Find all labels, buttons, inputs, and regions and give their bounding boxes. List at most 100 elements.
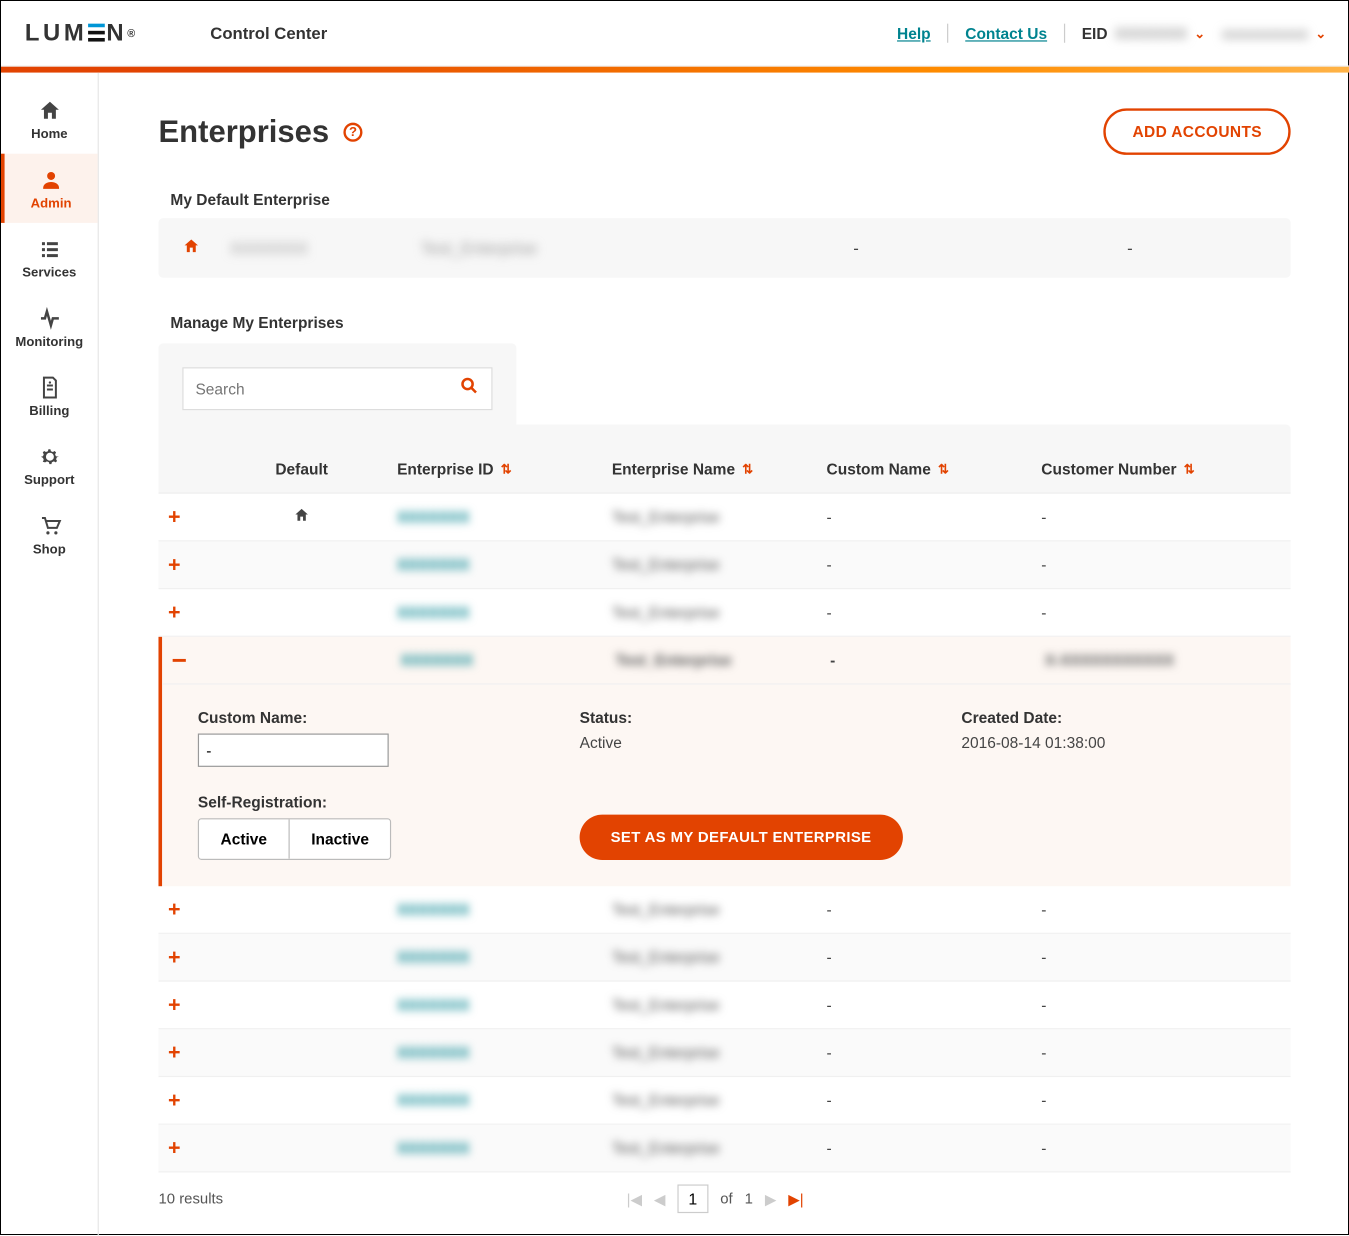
cell-enterprise-id[interactable]: XXXXXXX (401, 651, 616, 669)
col-custom-name[interactable]: Custom Name⇅ (827, 460, 1042, 478)
cell-enterprise-name: Test_Enterprise (612, 508, 827, 526)
cell-custom-name: - (827, 508, 1042, 526)
row-detail-panel: Custom Name: Self-Registration: Active I… (162, 685, 1291, 887)
set-default-button[interactable]: SET AS MY DEFAULT ENTERPRISE (580, 815, 903, 860)
status-value: Active (580, 734, 938, 752)
cell-enterprise-id[interactable]: XXXXXXX (397, 948, 612, 966)
expand-icon[interactable]: + (158, 552, 206, 577)
sort-icon: ⇅ (742, 461, 753, 477)
search-box[interactable] (182, 367, 492, 410)
sidebar-item-home[interactable]: Home (1, 85, 98, 154)
sidebar-item-label: Monitoring (15, 335, 83, 349)
sort-icon: ⇅ (938, 461, 949, 477)
selfreg-inactive-button[interactable]: Inactive (289, 819, 391, 858)
cell-custom-name: - (827, 948, 1042, 966)
sidebar-item-admin[interactable]: Admin (1, 154, 98, 223)
cell-enterprise-id[interactable]: XXXXXXX (397, 901, 612, 919)
default-eid: XXXXXXX (230, 238, 421, 257)
sort-icon: ⇅ (501, 461, 512, 477)
expand-icon[interactable]: + (158, 600, 206, 625)
cell-enterprise-id[interactable]: XXXXXXX (397, 996, 612, 1014)
expand-icon[interactable]: + (158, 504, 206, 529)
table-row: + XXXXXXX Test_Enterprise - - (158, 1029, 1290, 1077)
col-customer-number[interactable]: Customer Number⇅ (1041, 460, 1277, 478)
help-icon[interactable]: ? (343, 122, 362, 141)
selfreg-toggle: Active Inactive (198, 818, 392, 860)
cell-customer-number: - (1041, 603, 1277, 621)
page-next-icon[interactable]: ▶ (765, 1190, 776, 1208)
selfreg-label: Self-Registration: (198, 793, 556, 811)
expand-icon[interactable]: + (158, 1136, 206, 1161)
table-row: − XXXXXXX Test_Enterprise - X-XXXXXXXXXX… (162, 637, 1291, 685)
cell-enterprise-id[interactable]: XXXXXXX (397, 1091, 612, 1109)
cell-enterprise-name: Test_Enterprise (612, 948, 827, 966)
col-enterprise-name[interactable]: Enterprise Name⇅ (612, 460, 827, 478)
user-dropdown[interactable]: xxxxxxxxxx ⌄ (1222, 24, 1326, 42)
cell-enterprise-id[interactable]: XXXXXXX (397, 508, 612, 526)
search-icon[interactable] (459, 376, 479, 402)
app-name: Control Center (210, 24, 327, 43)
table-row: + XXXXXXX Test_Enterprise - - (158, 886, 1290, 934)
contact-link[interactable]: Contact Us (965, 24, 1047, 42)
status-label: Status: (580, 708, 938, 726)
sidebar-item-services[interactable]: Services (1, 223, 98, 292)
sidebar-item-label: Admin (31, 197, 72, 211)
cell-enterprise-id[interactable]: XXXXXXX (397, 1139, 612, 1157)
separator (947, 24, 948, 43)
page-prev-icon[interactable]: ◀ (654, 1190, 665, 1208)
activity-icon (37, 306, 61, 330)
sidebar-item-label: Support (24, 473, 74, 487)
enterprises-table: + XXXXXXX Test_Enterprise - - + XXXXXXX … (158, 493, 1290, 1173)
cell-enterprise-id[interactable]: XXXXXXX (397, 603, 612, 621)
home-icon (37, 99, 61, 123)
cell-enterprise-name: Test_Enterprise (615, 651, 830, 669)
sidebar-item-label: Services (22, 266, 76, 280)
sidebar-item-label: Billing (29, 404, 69, 418)
default-name: Test_Enterprise (421, 238, 719, 257)
custom-name-label: Custom Name: (198, 708, 556, 726)
created-label: Created Date: (961, 708, 1278, 726)
user-name: xxxxxxxxxx (1222, 24, 1308, 42)
cell-enterprise-name: Test_Enterprise (612, 556, 827, 574)
cell-custom-name: - (827, 901, 1042, 919)
logo-e-icon (88, 24, 105, 43)
cell-custom-name: - (830, 651, 1045, 669)
cell-customer-number: - (1041, 948, 1277, 966)
col-enterprise-id[interactable]: Enterprise ID⇅ (397, 460, 612, 478)
cell-enterprise-name: Test_Enterprise (612, 603, 827, 621)
default-customer: - (993, 238, 1267, 257)
sidebar-item-support[interactable]: Support (1, 430, 98, 499)
results-count: 10 results (158, 1190, 223, 1207)
expand-icon[interactable]: + (158, 1040, 206, 1065)
expand-icon[interactable]: + (158, 897, 206, 922)
sidebar-item-monitoring[interactable]: Monitoring (1, 292, 98, 361)
col-default[interactable]: Default (206, 460, 397, 478)
page-title: Enterprises (158, 113, 329, 150)
default-custom: - (719, 238, 993, 257)
pager: |◀ ◀ of 1 ▶ ▶| (627, 1184, 804, 1213)
cell-customer-number: - (1041, 556, 1277, 574)
add-accounts-button[interactable]: ADD ACCOUNTS (1104, 108, 1291, 155)
table-row: + XXXXXXX Test_Enterprise - - (158, 589, 1290, 637)
search-input[interactable] (195, 380, 459, 398)
expand-icon[interactable]: + (158, 992, 206, 1017)
sidebar-item-shop[interactable]: Shop (1, 500, 98, 569)
expand-icon[interactable]: + (158, 945, 206, 970)
page-last-icon[interactable]: ▶| (788, 1190, 803, 1208)
eid-dropdown[interactable]: EID XXXXXXX ⌄ (1082, 24, 1206, 42)
separator (1064, 24, 1065, 43)
custom-name-input[interactable] (198, 734, 389, 767)
cell-enterprise-id[interactable]: XXXXXXX (397, 556, 612, 574)
page-first-icon[interactable]: |◀ (627, 1190, 642, 1208)
sidebar-item-billing[interactable]: Billing (1, 361, 98, 430)
cell-custom-name: - (827, 1044, 1042, 1062)
table-header-row: Default Enterprise ID⇅ Enterprise Name⇅ … (158, 425, 1290, 493)
selfreg-active-button[interactable]: Active (199, 819, 289, 858)
help-link[interactable]: Help (897, 24, 931, 42)
cell-enterprise-id[interactable]: XXXXXXX (397, 1044, 612, 1062)
page-input[interactable] (677, 1184, 708, 1213)
pager-row: 10 results |◀ ◀ of 1 ▶ ▶| (158, 1173, 1290, 1214)
page-of: of (720, 1190, 732, 1207)
expand-icon[interactable]: + (158, 1088, 206, 1113)
brand-logo: LUMN® (25, 19, 139, 46)
